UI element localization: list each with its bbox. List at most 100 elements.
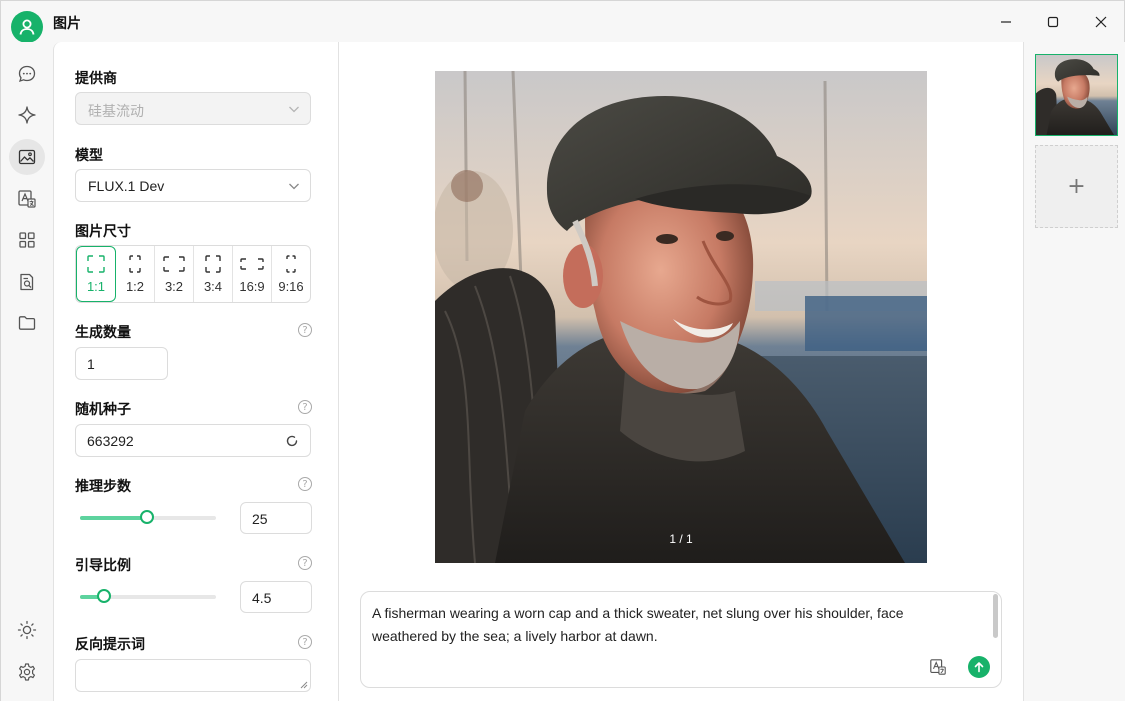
plus-icon: + (1067, 174, 1086, 199)
settings-button[interactable] (9, 654, 45, 690)
size-option-label: 1:2 (125, 279, 145, 294)
nav-item-files[interactable] (9, 305, 45, 341)
model-value: FLUX.1 Dev (88, 178, 165, 194)
image-size-selector: 1:1 1:2 3:2 3:4 16:9 9:16 (75, 245, 311, 303)
help-icon[interactable]: ? (298, 635, 312, 649)
ratio-wide-icon (163, 256, 185, 272)
folder-icon (18, 316, 36, 330)
provider-select: 硅基流动 (75, 92, 311, 125)
ratio-square-icon (87, 255, 105, 273)
image-icon (18, 149, 36, 165)
chevron-down-icon (289, 183, 299, 190)
thumbnail-image (1036, 55, 1117, 135)
new-image-button[interactable]: + (1035, 145, 1118, 228)
gear-icon (19, 663, 35, 681)
negative-prompt-input[interactable] (75, 659, 311, 692)
user-icon (19, 19, 35, 35)
seed-input[interactable]: 663292 (75, 424, 311, 457)
history-thumbnail[interactable] (1035, 54, 1118, 136)
nav-item-image[interactable] (9, 139, 45, 175)
help-icon[interactable]: ? (298, 400, 312, 414)
size-option-label: 1:1 (86, 279, 106, 294)
size-option-3-2[interactable]: 3:2 (155, 246, 194, 302)
guidance-input[interactable]: 4.5 (240, 581, 312, 613)
nav-item-knowledge[interactable] (9, 264, 45, 300)
negative-prompt-label: 反向提示词 (75, 636, 145, 652)
translate-icon (18, 190, 36, 208)
maximize-icon (1047, 16, 1059, 28)
maximize-button[interactable] (1035, 7, 1071, 37)
settings-panel: 提供商 硅基流动 模型 FLUX.1 Dev 图片尺寸 1:1 1:2 3:2 (53, 42, 339, 701)
size-option-16-9[interactable]: 16:9 (233, 246, 272, 302)
minimize-button[interactable] (988, 7, 1024, 37)
user-avatar[interactable] (11, 11, 43, 43)
generated-image[interactable]: 1 / 1 (435, 71, 927, 563)
prompt-text[interactable]: A fisherman wearing a worn cap and a thi… (372, 602, 962, 648)
steps-label: 推理步数 (75, 478, 131, 494)
guidance-label: 引导比例 (75, 557, 131, 573)
ratio-vertical-icon (286, 255, 296, 273)
chat-bubble-icon (18, 65, 36, 83)
size-option-1-1[interactable]: 1:1 (76, 246, 116, 302)
arrow-up-icon (974, 662, 984, 673)
provider-label: 提供商 (75, 70, 117, 86)
fisherman-portrait (435, 71, 927, 563)
document-search-icon (20, 273, 34, 291)
nav-item-apps[interactable] (9, 222, 45, 258)
nav-item-translate[interactable] (9, 181, 45, 217)
sparkle-icon (18, 106, 36, 124)
size-option-label: 9:16 (278, 279, 304, 294)
sidebar-nav (1, 42, 53, 701)
image-preview-area: 1 / 1 A fisherman wearing a worn cap and… (339, 42, 1023, 701)
size-option-3-4[interactable]: 3:4 (194, 246, 233, 302)
slider-thumb[interactable] (97, 589, 112, 603)
prompt-input[interactable]: A fisherman wearing a worn cap and a thi… (360, 591, 1002, 688)
help-icon[interactable]: ? (298, 323, 312, 337)
resize-handle-icon[interactable] (300, 681, 308, 689)
model-select[interactable]: FLUX.1 Dev (75, 169, 311, 202)
provider-value: 硅基流动 (88, 103, 144, 119)
size-option-9-16[interactable]: 9:16 (272, 246, 310, 302)
app-window: 图片 提供商 硅基流动 模型 FLUX.1 Dev 图片尺寸 1:1 1:2 3… (0, 0, 1125, 701)
sun-icon (17, 620, 37, 640)
num-images-value: 1 (87, 356, 95, 372)
size-option-label: 3:4 (203, 279, 223, 294)
guidance-slider[interactable] (80, 589, 216, 603)
steps-slider[interactable] (80, 510, 216, 524)
steps-input[interactable]: 25 (240, 502, 312, 534)
ratio-tall-icon (129, 255, 141, 273)
guidance-value: 4.5 (252, 590, 272, 606)
size-option-label: 3:2 (164, 279, 184, 294)
close-icon (1095, 16, 1107, 28)
history-rail: + (1023, 42, 1125, 701)
translate-prompt-button[interactable] (927, 656, 949, 678)
chevron-down-icon (289, 106, 299, 113)
model-label: 模型 (75, 147, 103, 163)
ratio-landscape-icon (240, 258, 264, 270)
generate-button[interactable] (968, 656, 990, 678)
refresh-icon[interactable] (285, 434, 299, 448)
seed-value: 663292 (87, 433, 134, 449)
close-button[interactable] (1083, 7, 1119, 37)
nav-item-chat[interactable] (9, 56, 45, 92)
slider-thumb[interactable] (139, 510, 154, 524)
num-images-label: 生成数量 (75, 324, 131, 340)
steps-value: 25 (252, 511, 268, 527)
grid-icon (19, 232, 35, 248)
nav-item-assistant[interactable] (9, 97, 45, 133)
help-icon[interactable]: ? (298, 556, 312, 570)
ratio-portrait-icon (205, 255, 221, 273)
prompt-scrollbar[interactable] (993, 594, 998, 638)
title-bar: 图片 (1, 1, 1124, 43)
window-title: 图片 (53, 15, 81, 31)
minimize-icon (1001, 21, 1011, 23)
num-images-input[interactable]: 1 (75, 347, 168, 380)
help-icon[interactable]: ? (298, 477, 312, 491)
image-counter: 1 / 1 (669, 532, 693, 546)
slider-fill (80, 516, 147, 520)
theme-toggle[interactable] (9, 612, 45, 648)
image-size-label: 图片尺寸 (75, 223, 131, 239)
seed-label: 随机种子 (75, 401, 131, 417)
size-option-label: 16:9 (239, 279, 265, 294)
size-option-1-2[interactable]: 1:2 (116, 246, 155, 302)
